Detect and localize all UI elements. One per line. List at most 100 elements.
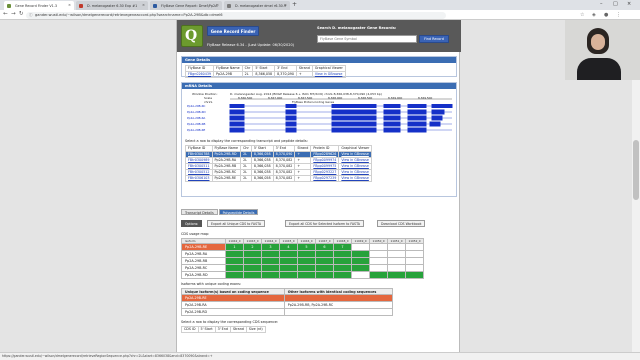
- maximize-icon[interactable]: □: [613, 1, 618, 7]
- download-cds-workbook-button[interactable]: Download CDS Workbook: [377, 220, 426, 227]
- protein-id-link[interactable]: FBpp0289626: [313, 152, 336, 156]
- cell: 8,366,058: [250, 151, 274, 158]
- tab-transcript-details[interactable]: Transcript Details: [181, 209, 218, 215]
- cell: 8,370,090: [272, 151, 296, 158]
- transcript-id-link[interactable]: FBtr0300512: [188, 170, 210, 174]
- isoform-name: Pp2A-29B-RB: [181, 257, 226, 265]
- col-header: FlyBase Name: [213, 65, 243, 72]
- table-header-row: CDS ID 5' Start 3' End Strand Size (nt): [181, 326, 266, 333]
- browser-tab-bar: Gene Record Finder V1.3 × D. melanogaste…: [0, 0, 640, 10]
- find-record-button[interactable]: Find Record: [419, 35, 449, 43]
- isoform-name: Pp2A-29B-RE: [181, 243, 226, 251]
- cds-cell: 7: [333, 243, 352, 251]
- export-unique-cds-button[interactable]: Export all Unique CDS to FASTA: [207, 220, 265, 227]
- gbrowse-link[interactable]: View in GBrowse: [341, 158, 368, 162]
- transcript-id-link[interactable]: FBtr0300511: [188, 164, 210, 168]
- gbrowse-link[interactable]: View in GBrowse: [341, 164, 368, 168]
- table-row: Pp2A-29B-RD: [181, 308, 394, 316]
- scrollbar-thumb[interactable]: [633, 140, 639, 200]
- cds-usage-title: CDS usage map:: [181, 232, 210, 236]
- cell: Pp2A-29B: [213, 71, 243, 78]
- detail-tabs: Transcript Details Polypeptide Details: [181, 209, 259, 215]
- browser-tab-3[interactable]: FlyBase Gene Report: Dmel\Pp2A ×: [150, 1, 222, 10]
- browser-tab-4[interactable]: D. melanogaster dmel r6.30.9 ×: [224, 1, 290, 10]
- cds-cell: 1: [225, 243, 244, 251]
- cell: 8,366,038: [250, 157, 274, 164]
- col-header: Strand: [229, 326, 247, 333]
- gbrowse-link[interactable]: View in GBrowse: [341, 176, 368, 180]
- track-label: Pp2A-29B-RA: [187, 116, 206, 120]
- transcript-tracks: [229, 98, 453, 133]
- gbrowse-link[interactable]: View in GBrowse: [315, 72, 342, 76]
- cds-row: Pp2A-29B-RC: [181, 264, 424, 272]
- gene-record-page: Q Gene Record Finder FlyBase Release 6.3…: [176, 20, 461, 352]
- close-tab-icon[interactable]: ×: [142, 3, 145, 7]
- minimize-icon[interactable]: –: [600, 1, 603, 7]
- page-scrollbar[interactable]: [632, 40, 640, 352]
- cds-cell: [387, 243, 406, 251]
- menu-icon[interactable]: ⋮: [616, 12, 621, 18]
- track-label: Pp2A-29B-RC: [187, 104, 206, 108]
- gene-search-input[interactable]: [317, 35, 417, 43]
- cds-col-header: 11044_0: [261, 238, 280, 244]
- cds-col-header: 11046_0: [297, 238, 316, 244]
- cell: Pp2A-29B-RB, Pp2A-29B-RC: [283, 301, 394, 309]
- track-rc: [229, 104, 453, 108]
- isoform-name: Pp2A-29B-RD: [181, 271, 226, 279]
- track-rb: [229, 121, 452, 127]
- tab-label: FlyBase Gene Report: Dmel\Pp2A: [161, 3, 218, 8]
- status-bar: https://gander.wustl.edu/~wilson/dmelgen…: [0, 352, 640, 360]
- forward-icon[interactable]: →: [11, 11, 16, 17]
- table-row: Pp2A-29B-RA Pp2A-29B-RB, Pp2A-29B-RC: [181, 301, 394, 309]
- table-row[interactable]: FBtr0306103 Pp2A-29B-RE 2L 8,366,058 8,3…: [185, 175, 373, 182]
- extensions-icon[interactable]: ◈: [592, 12, 596, 18]
- section-title: Gene Details: [182, 57, 456, 63]
- star-icon[interactable]: ☆: [580, 12, 584, 18]
- cell: +: [294, 175, 312, 182]
- reload-icon[interactable]: ↻: [19, 11, 24, 17]
- close-tab-icon[interactable]: ×: [284, 3, 287, 7]
- tab-label: D. melanogaster 6.30 Exp #1: [87, 3, 138, 8]
- cell: 8,370,090: [274, 71, 297, 78]
- profile-icon[interactable]: ●: [604, 12, 608, 18]
- close-window-icon[interactable]: ×: [627, 1, 631, 7]
- unique-coding-table: Unique Isoform(s) based on coding sequen…: [181, 288, 394, 316]
- cds-col-header: 11051_0: [387, 238, 406, 244]
- protein-id-link[interactable]: FBpp0099974: [313, 158, 336, 162]
- browser-tab-gene-record-finder[interactable]: Gene Record Finder V1.3 ×: [4, 1, 74, 10]
- url-input[interactable]: ⓘ gander.wustl.edu/~wilson/dmelgenerecor…: [26, 11, 446, 19]
- isoform-name: Pp2A-29B-RA: [181, 250, 226, 258]
- gbrowse-link[interactable]: View in GBrowse: [341, 152, 368, 156]
- mrna-details-section: mRNA Details Window Position: Scale chr2…: [181, 82, 457, 197]
- cell: 8,366,038: [250, 169, 274, 176]
- search-label: Search D. melanogaster Gene Records:: [317, 26, 397, 30]
- col-header: CDS ID: [181, 326, 199, 333]
- close-tab-icon[interactable]: ×: [216, 3, 219, 7]
- cds-select-instruction: Select a row to display the correspondin…: [181, 320, 279, 324]
- browser-tab-2[interactable]: D. melanogaster 6.30 Exp #1 ×: [76, 1, 148, 10]
- tab-polypeptide-details[interactable]: Polypeptide Details: [218, 209, 259, 215]
- transcript-id-link[interactable]: FBtr0300788: [188, 152, 210, 156]
- cell: Pp2A-29B-RA: [181, 301, 285, 309]
- genome-browser-image: Window Position: Scale chr2L D. melanoga…: [182, 89, 456, 139]
- tab-label: Gene Record Finder V1.3: [15, 3, 58, 8]
- transcript-id-link[interactable]: FBtr0306103: [188, 176, 210, 180]
- cell: 8,366,038: [250, 163, 274, 170]
- page-viewport: Q Gene Record Finder FlyBase Release 6.3…: [0, 20, 640, 352]
- protein-id-link[interactable]: FBpp0293227: [313, 170, 336, 174]
- site-favicon-icon: [153, 3, 157, 8]
- tab-label: D. melanogaster dmel r6.30.9: [235, 3, 287, 8]
- back-icon[interactable]: ←: [3, 11, 8, 17]
- new-tab-icon[interactable]: +: [292, 1, 297, 8]
- presenter-face: [591, 34, 605, 50]
- transcript-id-link[interactable]: FBtr0300989: [188, 158, 210, 162]
- col-header: Size (nt): [245, 326, 266, 333]
- export-isoform-cds-button[interactable]: Export all CDS for Selected Isoform to F…: [285, 220, 364, 227]
- protein-id-link[interactable]: FBpp0099975: [313, 164, 336, 168]
- gbrowse-link[interactable]: View in GBrowse: [341, 170, 368, 174]
- cds-usage-map: Isoform 11042_0 11043_0 11044_0 11045_0 …: [181, 238, 424, 279]
- close-tab-icon[interactable]: ×: [68, 3, 71, 7]
- site-favicon-icon: [227, 3, 231, 8]
- flybase-id-link[interactable]: FBgn0260439: [188, 72, 211, 76]
- protein-id-link[interactable]: FBpp0297239: [313, 176, 336, 180]
